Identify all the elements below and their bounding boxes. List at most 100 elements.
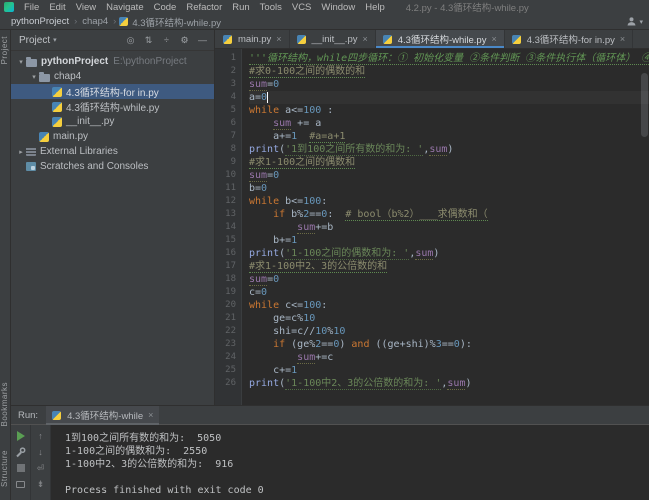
settings-wrench-icon[interactable] — [15, 446, 27, 458]
tree-item[interactable]: __init__.py — [11, 114, 214, 129]
menu-refactor[interactable]: Refactor — [181, 2, 227, 13]
expand-all-icon[interactable]: ⇅ — [143, 35, 154, 46]
menu-window[interactable]: Window — [316, 2, 360, 13]
menu-view[interactable]: View — [71, 2, 101, 13]
breadcrumb-separator: › — [110, 16, 119, 27]
close-icon[interactable]: × — [148, 410, 153, 420]
code-line: '''循环结构，while四步循环：① 初始化变量 ②条件判断 ③条件执行体（循… — [249, 52, 649, 65]
code-line: sum=0 — [249, 78, 649, 91]
code-line: while a<=100 : — [249, 104, 649, 117]
run-panel: Run: 4.3循环结构-while × — [11, 405, 649, 500]
scroll-end-icon[interactable]: ⇟ — [35, 478, 47, 490]
console-line: 1-100中2、3的公倍数的和为: 916 — [65, 458, 649, 471]
line-number: 16 — [215, 247, 236, 260]
breadcrumb: pythonProject›chap4›4.3循环结构-while.py — [9, 15, 223, 29]
show-console-icon[interactable] — [15, 478, 27, 490]
close-icon[interactable]: × — [362, 34, 367, 44]
run-panel-label: Run: — [18, 410, 38, 421]
line-number: 21 — [215, 312, 236, 325]
chevron-icon[interactable]: ▾ — [16, 58, 26, 66]
tool-stripe-structure[interactable]: Structure — [0, 450, 11, 487]
code-line: ge=c%10 — [249, 312, 649, 325]
close-icon[interactable]: × — [620, 34, 625, 44]
code-line: print('1-100之间的偶数和为: ',sum) — [249, 247, 649, 260]
editor-tab-3[interactable]: 4.3循环结构-for in.py× — [505, 30, 633, 48]
menu-edit[interactable]: Edit — [44, 2, 70, 13]
code-line: b+=1 — [249, 234, 649, 247]
editor-tab-0[interactable]: main.py × — [216, 30, 290, 48]
folder-icon — [39, 74, 50, 82]
tree-item-label: pythonProject — [41, 56, 108, 67]
menu-navigate[interactable]: Navigate — [101, 2, 149, 13]
run-console[interactable]: 1到100之间所有数的和为: 50501-100之间的偶数和为: 25501-1… — [51, 425, 649, 500]
menu-help[interactable]: Help — [360, 2, 390, 13]
code-editor[interactable]: 1234567891011121314151617181920212223242… — [215, 49, 649, 405]
menu-code[interactable]: Code — [149, 2, 182, 13]
code-line: c=0 — [249, 286, 649, 299]
tree-item[interactable]: main.py — [11, 129, 214, 144]
text-caret — [267, 92, 268, 103]
breadcrumb-item[interactable]: chap4 — [80, 16, 110, 27]
up-stack-icon[interactable]: ↑ — [35, 430, 47, 442]
tree-item[interactable]: ▾chap4 — [11, 69, 214, 84]
tree-item[interactable]: ▸ External Libraries — [11, 144, 214, 159]
stop-icon[interactable] — [15, 462, 27, 474]
close-icon[interactable]: × — [491, 34, 496, 44]
breadcrumb-item[interactable]: pythonProject — [9, 16, 71, 27]
menu-tools[interactable]: Tools — [255, 2, 287, 13]
close-icon[interactable]: × — [276, 34, 281, 44]
chevron-down-icon[interactable]: ▾ — [53, 36, 57, 44]
code-line: a+=1 #a=a+1 — [249, 130, 649, 143]
menu-file[interactable]: File — [19, 2, 44, 13]
tree-item[interactable]: ▾pythonProjectE:\pythonProject — [11, 54, 214, 69]
code-line: #求0-100之间的偶数的和 — [249, 65, 649, 78]
breadcrumb-separator: › — [71, 16, 80, 27]
chevron-icon[interactable]: ▸ — [16, 148, 26, 156]
line-number: 19 — [215, 286, 236, 299]
breadcrumb-item[interactable]: 4.3循环结构-while.py — [130, 15, 223, 29]
py-icon — [52, 117, 62, 127]
run-tab[interactable]: 4.3循环结构-while × — [46, 406, 159, 425]
line-number: 5 — [215, 104, 236, 117]
editor-tab-label: 4.3循环结构-while.py — [398, 32, 487, 46]
softwrap-icon[interactable]: ⏎ — [35, 462, 47, 474]
code-line: sum=0 — [249, 169, 649, 182]
tree-item-label: __init__.py — [66, 116, 114, 127]
editor-scrollbar[interactable] — [641, 73, 648, 137]
project-panel-header: Project ▾ ◎ ⇅ ÷ ⚙ — — [11, 30, 214, 51]
tree-item[interactable]: Scratches and Consoles — [11, 159, 214, 174]
tree-item-label: External Libraries — [40, 146, 118, 157]
tool-stripe-project[interactable]: Project — [0, 36, 11, 64]
menu-run[interactable]: Run — [227, 2, 254, 13]
locate-icon[interactable]: ◎ — [125, 35, 136, 46]
run-config-selector[interactable]: ▾ — [626, 16, 643, 27]
project-panel-title[interactable]: Project — [19, 35, 50, 46]
window-title: 4.2.py - 4.3循环结构-while.py — [406, 0, 529, 14]
run-panel-header: Run: 4.3循环结构-while × — [11, 406, 649, 425]
editor-area: main.py×__init__.py×4.3循环结构-while.py×4.3… — [215, 30, 649, 405]
line-number: 12 — [215, 195, 236, 208]
editor-tab-2[interactable]: 4.3循环结构-while.py × — [376, 30, 505, 48]
editor-tab-1[interactable]: __init__.py× — [290, 30, 376, 48]
code-line: b=0 — [249, 182, 649, 195]
tree-item[interactable]: 4.3循环结构-while.py — [11, 99, 214, 114]
hide-icon[interactable]: — — [197, 35, 208, 45]
line-number: 9 — [215, 156, 236, 169]
code-line: sum += a — [249, 117, 649, 130]
run-tab-label: 4.3循环结构-while — [67, 408, 143, 422]
down-stack-icon[interactable]: ↓ — [35, 446, 47, 458]
collapse-all-icon[interactable]: ÷ — [161, 35, 172, 45]
rerun-icon[interactable] — [15, 430, 27, 442]
tree-item[interactable]: 4.3循环结构-for in.py — [11, 84, 214, 99]
tree-item-label: main.py — [53, 131, 88, 142]
line-number: 7 — [215, 130, 236, 143]
chevron-icon[interactable]: ▾ — [29, 73, 39, 81]
code-line: #求1-100之间的偶数和 — [249, 156, 649, 169]
editor-tab-label: main.py — [238, 34, 271, 45]
menu-vcs[interactable]: VCS — [287, 2, 317, 13]
tool-stripe-bookmarks[interactable]: Bookmarks — [0, 382, 11, 427]
line-number: 25 — [215, 364, 236, 377]
tree-item-label: Scratches and Consoles — [40, 161, 148, 172]
gear-icon[interactable]: ⚙ — [179, 35, 190, 46]
line-number: 10 — [215, 169, 236, 182]
